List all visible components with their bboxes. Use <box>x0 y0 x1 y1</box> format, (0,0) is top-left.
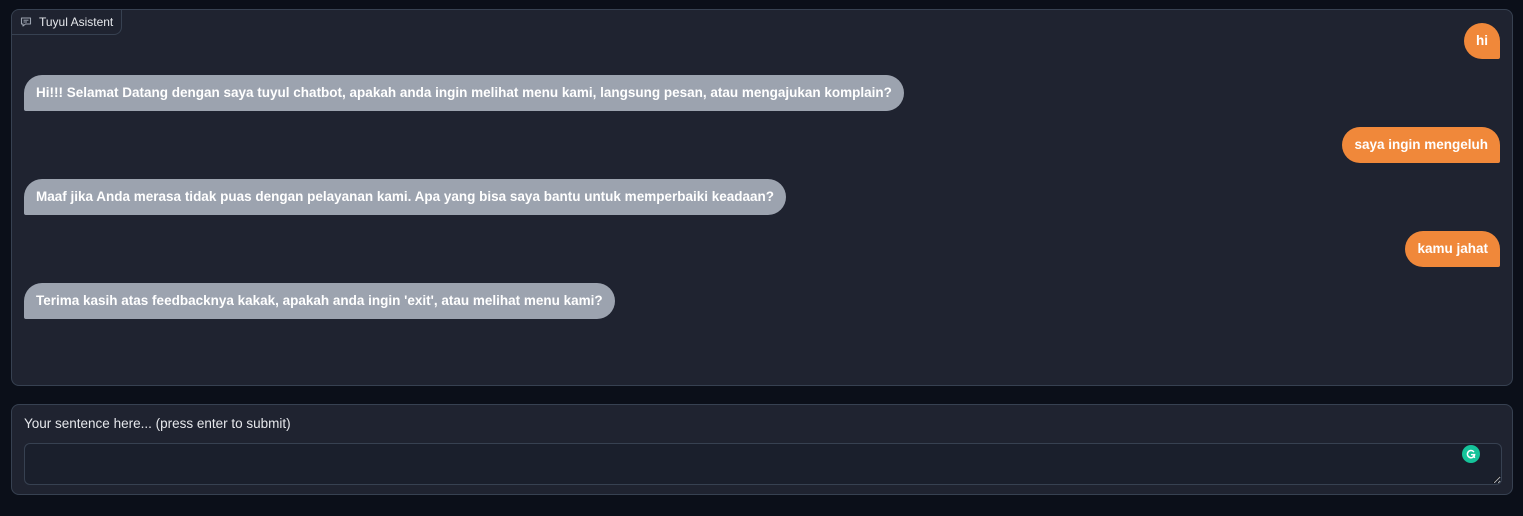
user-message: saya ingin mengeluh <box>1342 127 1500 163</box>
user-message: hi <box>1464 23 1500 59</box>
bot-message: Hi!!! Selamat Datang dengan saya tuyul c… <box>24 75 904 111</box>
message-list: hi Hi!!! Selamat Datang dengan saya tuyu… <box>24 22 1500 373</box>
sentence-input[interactable] <box>24 443 1502 485</box>
grammarly-icon[interactable] <box>1462 445 1480 463</box>
input-label: Your sentence here... (press enter to su… <box>24 416 291 431</box>
user-message: kamu jahat <box>1405 231 1500 267</box>
bot-message: Maaf jika Anda merasa tidak puas dengan … <box>24 179 787 215</box>
input-panel: Your sentence here... (press enter to su… <box>11 404 1513 495</box>
bot-message: Terima kasih atas feedbacknya kakak, apa… <box>24 283 615 319</box>
chatbot-panel: Tuyul Asistent hi Hi!!! Selamat Datang d… <box>11 9 1513 386</box>
